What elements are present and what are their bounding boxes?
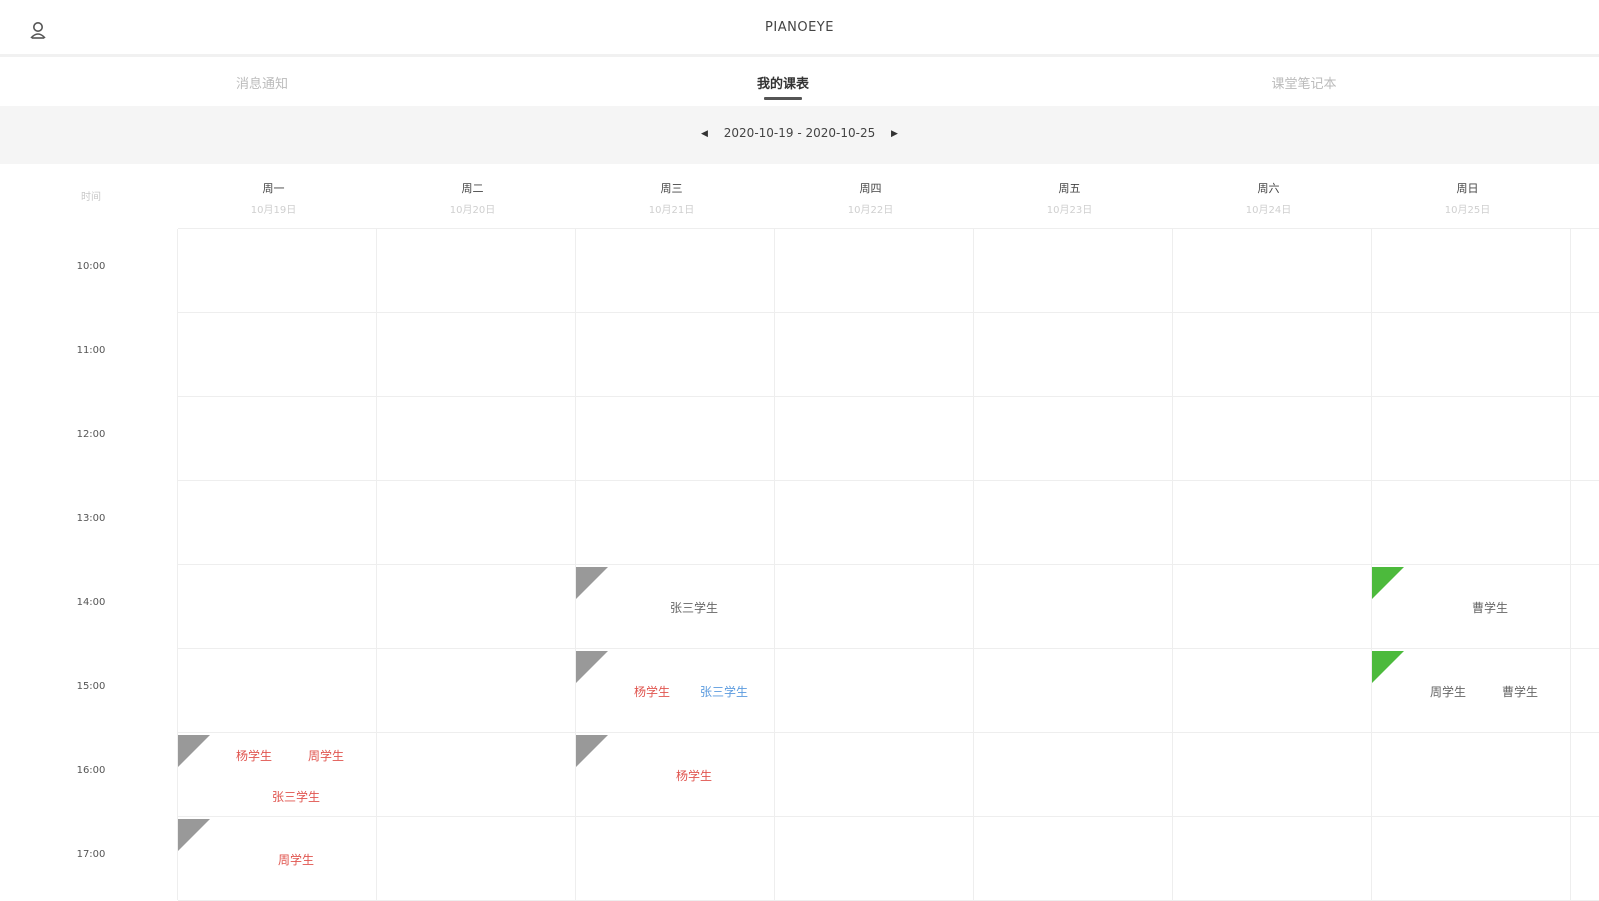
tab-my-schedule[interactable]: 我的课表 [756, 73, 810, 100]
week-nav: ◀ 2020-10-19 - 2020-10-25 ▶ [0, 126, 1599, 140]
day-header: 周一 10月19日 [174, 180, 373, 216]
time-label: 14:00 [76, 597, 106, 608]
grid-row-line [178, 480, 1599, 481]
top-bar: PIANOEYE [0, 0, 1599, 57]
lesson-status-mark-icon [1376, 568, 1390, 580]
lesson-student-name[interactable]: 周学生 [1430, 683, 1466, 700]
lesson-student-name[interactable]: 曹学生 [1502, 683, 1538, 700]
lesson-student-name[interactable]: 张三学生 [670, 599, 718, 616]
time-label: 13:00 [76, 513, 106, 524]
lesson-status-mark-icon [580, 736, 594, 748]
tab-class-notebook[interactable]: 课堂笔记本 [1271, 73, 1336, 92]
week-range: 2020-10-19 - 2020-10-25 [723, 126, 876, 140]
day-name: 周五 [1058, 182, 1081, 195]
lesson-student-name[interactable]: 杨学生 [634, 683, 670, 700]
tab-bar: 消息通知 我的课表 课堂笔记本 [0, 60, 1599, 106]
day-date: 10月24日 [1245, 205, 1292, 216]
grid-row-line [178, 732, 1599, 733]
time-label: 12:00 [76, 429, 106, 440]
tab-my-schedule-label: 我的课表 [756, 77, 810, 92]
day-header: 周六 10月24日 [1169, 180, 1368, 216]
time-label: 10:00 [76, 261, 106, 272]
day-name: 周一 [262, 182, 285, 195]
lesson-student-name[interactable]: 杨学生 [676, 767, 712, 784]
day-header: 周三 10月21日 [572, 180, 771, 216]
day-name: 周二 [461, 182, 484, 195]
day-date: 10月22日 [847, 205, 894, 216]
time-column-header: 时间 [81, 192, 101, 203]
grid-row-line [178, 648, 1599, 649]
day-date: 10月23日 [1046, 205, 1093, 216]
lesson-status-mark-icon [182, 820, 196, 832]
grid-row-line [178, 564, 1599, 565]
day-header: 周日 10月25日 [1368, 180, 1567, 216]
lesson-status-mark-icon [1376, 652, 1390, 664]
lesson-student-name[interactable]: 周学生 [278, 851, 314, 868]
day-name: 周日 [1456, 182, 1479, 195]
active-tab-indicator [763, 97, 802, 100]
day-name: 周六 [1257, 182, 1280, 195]
grid-row-line [178, 816, 1599, 817]
grid-row-line [178, 312, 1599, 313]
lesson-status-mark-icon [580, 568, 594, 580]
week-navigation-bar: ◀ 2020-10-19 - 2020-10-25 ▶ [0, 106, 1599, 164]
day-date: 10月19日 [250, 205, 297, 216]
day-header: 周五 10月23日 [970, 180, 1169, 216]
lesson-student-name[interactable]: 杨学生 [236, 747, 272, 764]
app-title: PIANOEYE [765, 20, 834, 35]
grid-row-line [178, 396, 1599, 397]
lesson-status-mark-icon [580, 652, 594, 664]
lesson-student-name[interactable]: 周学生 [308, 747, 344, 764]
time-label: 16:00 [76, 765, 106, 776]
day-date: 10月21日 [648, 205, 695, 216]
day-name: 周三 [660, 182, 683, 195]
day-name: 周四 [859, 182, 882, 195]
tab-notifications[interactable]: 消息通知 [236, 73, 288, 92]
lesson-student-name[interactable]: 曹学生 [1472, 599, 1508, 616]
day-header: 周四 10月22日 [771, 180, 970, 216]
time-label: 17:00 [76, 849, 106, 860]
time-label: 11:00 [76, 345, 106, 356]
grid-row-line [178, 228, 1599, 229]
lesson-student-name[interactable]: 张三学生 [272, 788, 320, 805]
lesson-status-mark-icon [182, 736, 196, 748]
day-date: 10月20日 [449, 205, 496, 216]
caret-left-icon[interactable]: ◀ [689, 129, 720, 139]
time-label: 15:00 [76, 681, 106, 692]
lesson-student-name[interactable]: 张三学生 [700, 683, 748, 700]
day-date: 10月25日 [1444, 205, 1491, 216]
caret-right-icon[interactable]: ▶ [879, 129, 910, 139]
day-header: 周二 10月20日 [373, 180, 572, 216]
